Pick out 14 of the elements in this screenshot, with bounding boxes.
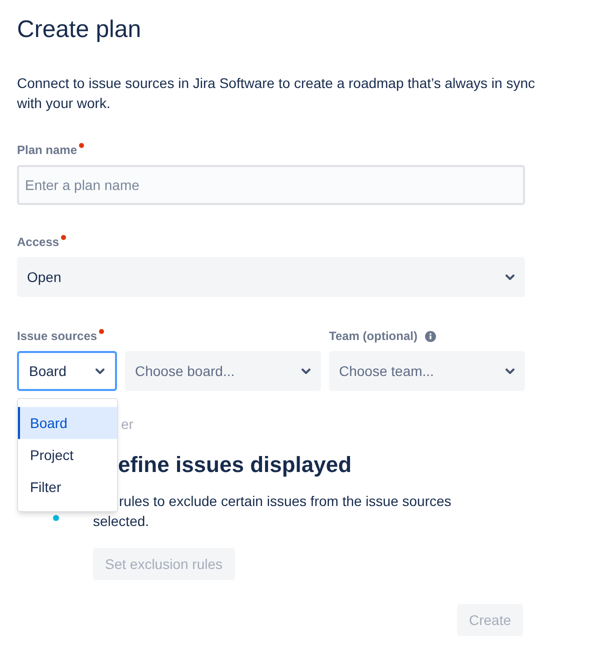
page-title: Create plan xyxy=(17,16,142,44)
section-heading: efine issues displayed xyxy=(117,451,353,479)
field-label: Issue sources xyxy=(17,328,98,345)
menu-option[interactable]: Board xyxy=(18,407,117,439)
board-select[interactable]: Choose board... xyxy=(125,351,321,391)
access-select[interactable]: Open xyxy=(17,257,525,297)
intro-text: Connect to issue sources in Jira Software to create a roadmap that’s always in sync with your work. xyxy=(17,74,536,113)
source-type-select[interactable]: Board xyxy=(17,351,117,391)
field-label: Plan name xyxy=(17,142,78,159)
field-label: Access xyxy=(17,234,60,251)
field-label: Team (optional) xyxy=(329,328,418,345)
team-select[interactable]: Choose team... xyxy=(329,351,525,391)
plan-name-field[interactable]: Enter a plan name xyxy=(17,165,525,205)
menu-option[interactable]: Project xyxy=(18,439,117,471)
